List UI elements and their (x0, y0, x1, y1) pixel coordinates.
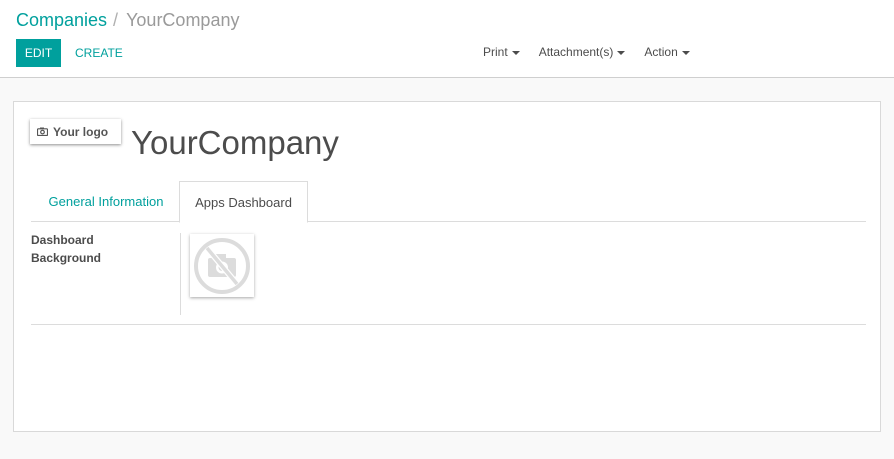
dashboard-background-image-field[interactable] (190, 234, 254, 297)
camera-icon (37, 127, 48, 136)
tab-apps-dashboard[interactable]: Apps Dashboard (179, 181, 308, 223)
no-camera-icon (194, 237, 250, 294)
caret-down-icon (617, 50, 626, 55)
section-divider (31, 324, 866, 325)
logo-label: Your logo (53, 124, 109, 139)
field-label-line: Background (31, 251, 102, 265)
breadcrumb: Companies / YourCompany (16, 10, 239, 31)
tab-general-information[interactable]: General Information (31, 181, 181, 222)
caret-down-icon (681, 50, 690, 55)
field-label-line: Dashboard (31, 233, 94, 247)
attachments-dropdown[interactable]: Attachment(s) (539, 45, 626, 59)
print-dropdown[interactable]: Print (483, 45, 520, 59)
action-label: Action (644, 45, 678, 59)
breadcrumb-separator: / (113, 10, 119, 30)
print-label: Print (483, 45, 508, 59)
company-name-title: YourCompany (131, 124, 339, 161)
notebook-tabs: General Information Apps Dashboard (31, 181, 866, 223)
sidebar-menus: Print Attachment(s) Action (483, 45, 709, 59)
edit-button[interactable]: EDIT (16, 39, 61, 67)
form-sheet: Your logo YourCompany General Informatio… (13, 101, 881, 432)
company-logo-field[interactable]: Your logo (30, 119, 121, 144)
dashboard-background-label: Dashboard Background (31, 231, 141, 267)
breadcrumb-companies-link[interactable]: Companies (16, 10, 107, 30)
create-button[interactable]: CREATE (75, 39, 123, 67)
control-panel: Companies / YourCompany EDIT CREATE Print … (0, 0, 894, 78)
caret-down-icon (511, 50, 520, 55)
breadcrumb-current: YourCompany (126, 10, 240, 30)
action-dropdown[interactable]: Action (644, 45, 690, 59)
attachments-label: Attachment(s) (538, 45, 614, 59)
field-divider (180, 233, 181, 315)
